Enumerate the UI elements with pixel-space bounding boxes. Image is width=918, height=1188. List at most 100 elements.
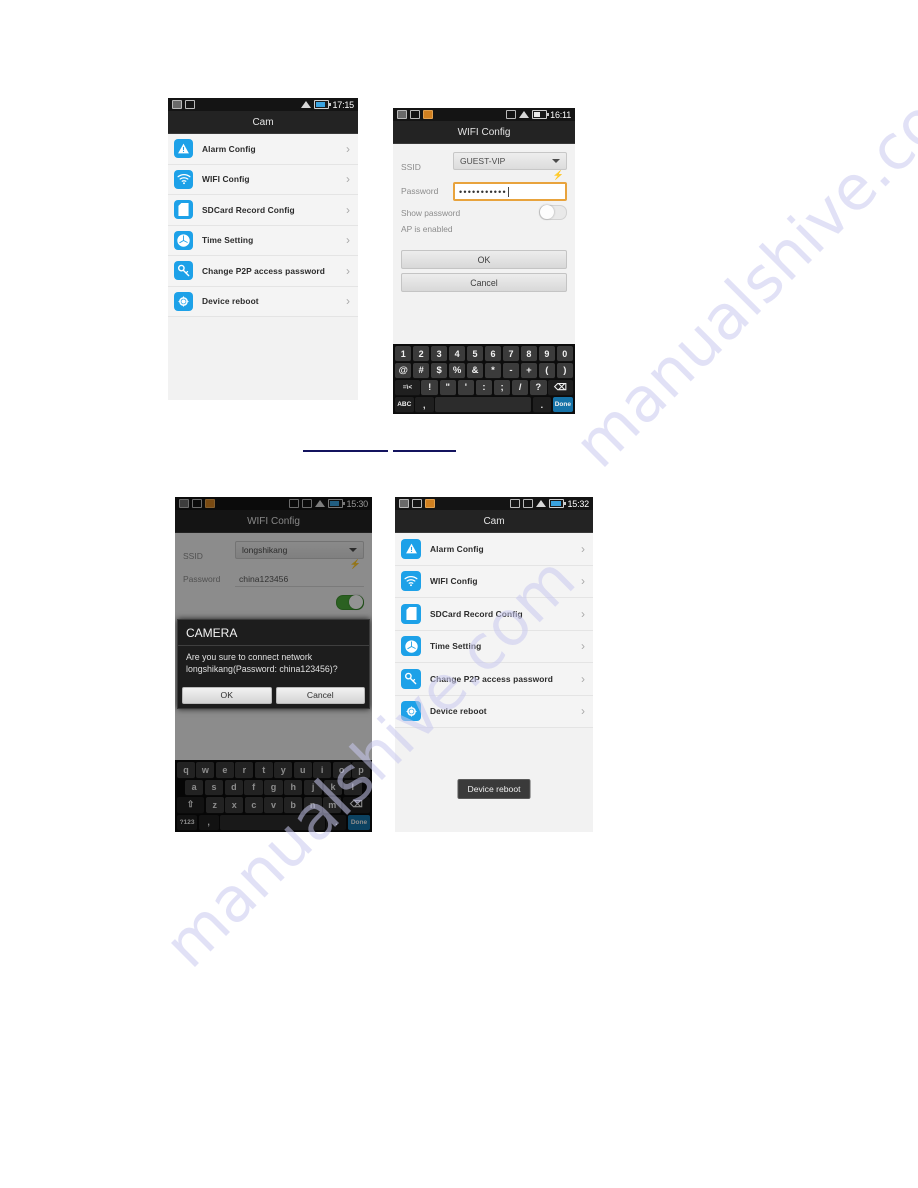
wifi-icon: [401, 571, 421, 592]
key-k[interactable]: k: [323, 779, 343, 795]
key-b[interactable]: b: [284, 797, 303, 813]
key-h[interactable]: h: [284, 779, 303, 795]
dialog-cancel-button[interactable]: Cancel: [275, 686, 365, 704]
key-comma[interactable]: ,: [415, 397, 434, 412]
key-n[interactable]: n: [303, 797, 322, 813]
ssid-select[interactable]: longshikang: [235, 541, 364, 559]
key-f[interactable]: f: [244, 779, 263, 795]
menu-item-device-reboot[interactable]: Device reboot ›: [168, 287, 358, 317]
key-8[interactable]: 8: [520, 346, 538, 361]
key-hash[interactable]: #: [412, 363, 430, 378]
key-e[interactable]: e: [215, 762, 234, 778]
key-at[interactable]: @: [395, 363, 412, 378]
key-a[interactable]: a: [185, 779, 204, 795]
key-numbers[interactable]: ?123: [177, 814, 198, 830]
menu-item-wifi-config[interactable]: WIFI Config ›: [168, 165, 358, 195]
key-m[interactable]: m: [323, 797, 342, 813]
ssid-select[interactable]: GUEST-VIP: [453, 152, 567, 170]
key-exclamation[interactable]: !: [421, 380, 438, 395]
blank-underline: [303, 450, 388, 452]
dialog-ok-button[interactable]: OK: [182, 686, 272, 704]
key-j[interactable]: j: [303, 779, 323, 795]
key-slash[interactable]: /: [511, 380, 529, 395]
key-abc[interactable]: ABC: [395, 397, 414, 412]
menu-item-time-setting[interactable]: Time Setting ›: [168, 226, 358, 256]
chevron-right-icon: ›: [581, 704, 585, 719]
key-o[interactable]: o: [332, 762, 351, 778]
menu-item-sdcard-record-config[interactable]: SDCard Record Config ›: [395, 598, 593, 631]
reboot-icon: [401, 701, 421, 722]
key-l[interactable]: l: [343, 779, 362, 795]
key-v[interactable]: v: [264, 797, 283, 813]
key-d[interactable]: d: [224, 779, 243, 795]
key-plus[interactable]: +: [520, 363, 538, 378]
refresh-icon[interactable]: ⚡: [553, 170, 564, 181]
key-comma[interactable]: ,: [198, 814, 219, 830]
keyboard-row: 1 2 3 4 5 6 7 8 9 0: [394, 346, 574, 361]
password-input[interactable]: •••••••••••: [453, 182, 567, 201]
key-z[interactable]: z: [205, 797, 224, 813]
key-quote-double[interactable]: ": [439, 380, 457, 395]
key-percent[interactable]: %: [448, 363, 466, 378]
key-x[interactable]: x: [225, 797, 244, 813]
refresh-icon[interactable]: ⚡: [350, 559, 361, 570]
key-more-symbols[interactable]: =\<: [395, 380, 420, 395]
key-u[interactable]: u: [293, 762, 312, 778]
password-input[interactable]: china123456: [235, 571, 364, 587]
key-y[interactable]: y: [274, 762, 293, 778]
key-i[interactable]: i: [313, 762, 332, 778]
key-dollar[interactable]: $: [430, 363, 448, 378]
key-question[interactable]: ?: [529, 380, 547, 395]
key-2[interactable]: 2: [412, 346, 430, 361]
key-colon[interactable]: :: [475, 380, 493, 395]
key-asterisk[interactable]: *: [484, 363, 502, 378]
key-1[interactable]: 1: [395, 346, 412, 361]
chevron-right-icon: ›: [346, 263, 350, 278]
menu-item-device-reboot[interactable]: Device reboot ›: [395, 696, 593, 728]
menu-item-sdcard-record-config[interactable]: SDCard Record Config ›: [168, 195, 358, 226]
key-t[interactable]: t: [254, 762, 273, 778]
shift-icon[interactable]: ⇧: [177, 797, 205, 813]
show-password-toggle[interactable]: [336, 595, 364, 610]
menu-item-wifi-config[interactable]: WIFI Config ›: [395, 566, 593, 598]
backspace-icon[interactable]: ⌫: [548, 380, 573, 395]
key-paren-close[interactable]: ): [556, 363, 574, 378]
key-semicolon[interactable]: ;: [493, 380, 511, 395]
backspace-icon[interactable]: ⌫: [342, 797, 370, 813]
ok-button[interactable]: OK: [401, 250, 567, 269]
key-q[interactable]: q: [177, 762, 195, 778]
key-s[interactable]: s: [204, 779, 224, 795]
menu-item-change-p2p-password[interactable]: Change P2P access password ›: [168, 256, 358, 287]
cancel-button[interactable]: Cancel: [401, 273, 567, 292]
status-bar-time: 15:30: [346, 498, 368, 509]
key-6[interactable]: 6: [484, 346, 502, 361]
key-period[interactable]: .: [532, 397, 552, 412]
key-0[interactable]: 0: [556, 346, 574, 361]
key-4[interactable]: 4: [448, 346, 466, 361]
key-done[interactable]: Done: [552, 397, 574, 412]
key-p[interactable]: p: [352, 762, 371, 778]
key-w[interactable]: w: [196, 762, 215, 778]
key-3[interactable]: 3: [430, 346, 448, 361]
key-space[interactable]: [435, 397, 532, 412]
key-hyphen[interactable]: -: [502, 363, 520, 378]
key-c[interactable]: c: [244, 797, 263, 813]
key-paren-open[interactable]: (: [538, 363, 556, 378]
key-7[interactable]: 7: [502, 346, 520, 361]
key-space[interactable]: [220, 814, 325, 830]
chevron-right-icon: ›: [346, 233, 350, 248]
key-r[interactable]: r: [235, 762, 254, 778]
key-g[interactable]: g: [264, 779, 283, 795]
menu-item-change-p2p-password[interactable]: Change P2P access password ›: [395, 663, 593, 696]
show-password-toggle[interactable]: [539, 205, 567, 220]
key-done[interactable]: Done: [347, 814, 371, 830]
key-quote-single[interactable]: ': [457, 380, 475, 395]
password-value: china123456: [239, 573, 289, 584]
menu-item-time-setting[interactable]: Time Setting ›: [395, 631, 593, 663]
menu-item-alarm-config[interactable]: Alarm Config ›: [395, 533, 593, 566]
key-ampersand[interactable]: &: [466, 363, 484, 378]
menu-item-alarm-config[interactable]: Alarm Config ›: [168, 134, 358, 165]
key-9[interactable]: 9: [538, 346, 556, 361]
key-period[interactable]: .: [326, 814, 347, 830]
key-5[interactable]: 5: [466, 346, 484, 361]
